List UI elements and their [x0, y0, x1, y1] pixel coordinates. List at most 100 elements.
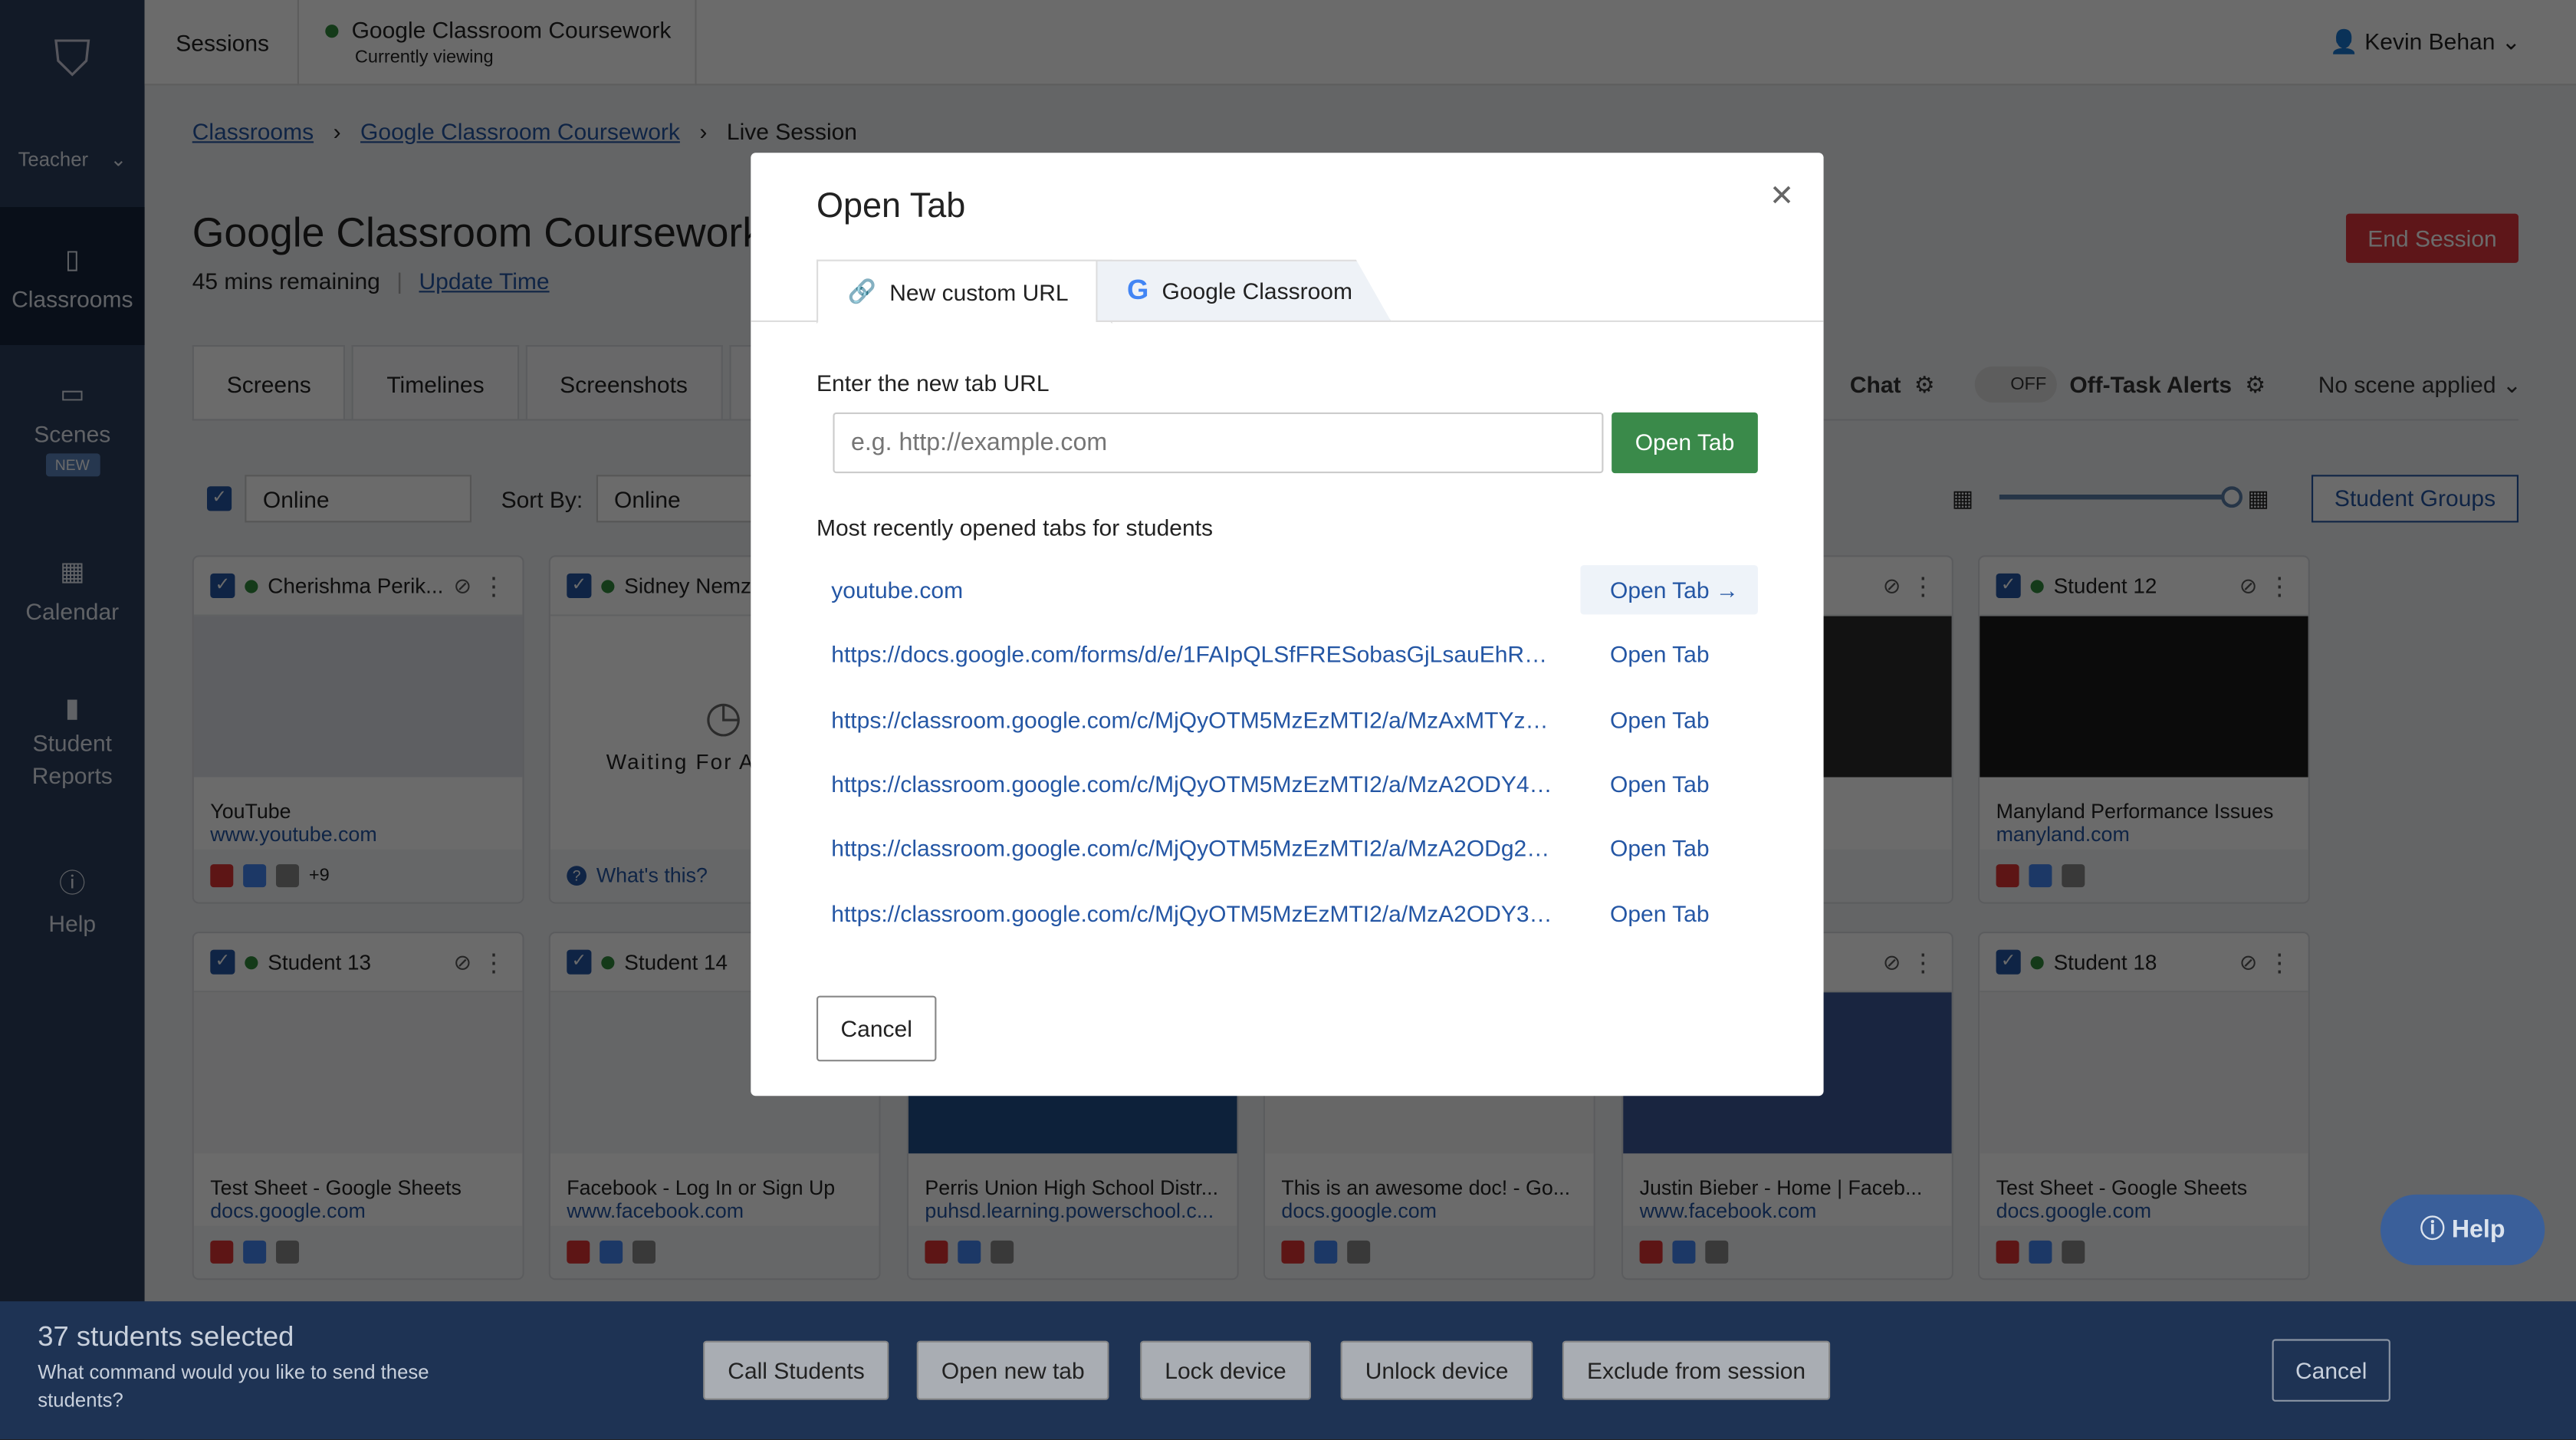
- tab-screenshots[interactable]: Screenshots: [525, 345, 722, 421]
- card-footer: [1623, 1225, 1952, 1279]
- logo-shield-icon: ⛉: [54, 32, 91, 87]
- kebab-menu-icon[interactable]: ⋮: [1911, 571, 1935, 600]
- chat-off-icon[interactable]: ⊘: [1883, 949, 1901, 975]
- url-label: Enter the new tab URL: [816, 370, 1050, 396]
- student-card[interactable]: ✓ Cherishma Perik... ⊘ ⋮ YouTube www.youtube.…: [192, 555, 524, 904]
- student-card[interactable]: ✓ Student 18 ⊘ ⋮ Test Sheet - Google Sheets d…: [1978, 932, 2310, 1281]
- user-name: Kevin Behan: [2364, 28, 2496, 54]
- student-checkbox[interactable]: ✓: [210, 573, 235, 598]
- chat-off-icon[interactable]: ⊘: [2239, 949, 2257, 975]
- bulk-cancel-button[interactable]: Cancel: [2272, 1339, 2390, 1402]
- kebab-menu-icon[interactable]: ⋮: [481, 571, 506, 600]
- breadcrumb-course[interactable]: Google Classroom Coursework: [360, 118, 680, 144]
- grid-large-icon[interactable]: ▦: [2247, 485, 2269, 512]
- url-input[interactable]: [833, 412, 1604, 474]
- status-value: Online: [262, 486, 330, 513]
- open-tab-link[interactable]: Open Tab: [1580, 888, 1757, 937]
- sort-select[interactable]: Online: [596, 475, 761, 523]
- recent-tab-url[interactable]: https://docs.google.com/forms/d/e/1FAIpQ…: [831, 641, 1580, 667]
- recent-tab-url[interactable]: https://classroom.google.com/c/MjQyOTM5M…: [831, 899, 1580, 925]
- user-menu[interactable]: 👤 Kevin Behan ⌄: [2330, 28, 2521, 55]
- student-name: Student 18: [2053, 949, 2157, 975]
- kebab-menu-icon[interactable]: ⋮: [481, 947, 506, 977]
- favicon-icon: [243, 864, 267, 888]
- student-checkbox[interactable]: ✓: [1996, 949, 2021, 975]
- kebab-menu-icon[interactable]: ⋮: [1911, 947, 1935, 977]
- end-session-button[interactable]: End Session: [2346, 213, 2518, 263]
- chat-off-icon[interactable]: ⊘: [454, 573, 472, 599]
- close-icon[interactable]: ✕: [1769, 179, 1794, 214]
- tab-timelines[interactable]: Timelines: [352, 345, 519, 421]
- exclude-button[interactable]: Exclude from session: [1562, 1340, 1831, 1400]
- chat-off-icon[interactable]: ⊘: [2239, 573, 2257, 599]
- sidebar-item-calendar[interactable]: ▦ Calendar: [0, 555, 145, 625]
- open-tab-link[interactable]: Open Tab: [1580, 759, 1757, 808]
- select-all-checkbox[interactable]: ✓: [207, 486, 232, 511]
- tab-title: Justin Bieber - Home | Faceb...: [1639, 1176, 1923, 1200]
- favicon-icon: [1639, 1240, 1663, 1264]
- recent-tab-url[interactable]: https://classroom.google.com/c/MjQyOTM5M…: [831, 835, 1580, 861]
- screen-thumbnail[interactable]: [193, 992, 523, 1154]
- screen-thumbnail[interactable]: [193, 616, 523, 778]
- favicon-icon: [600, 1240, 623, 1264]
- update-time-link[interactable]: Update Time: [419, 268, 549, 294]
- tab-title: Test Sheet - Google Sheets: [1996, 1176, 2248, 1200]
- card-header: ✓ Student 13 ⊘ ⋮: [193, 933, 523, 993]
- screen-thumbnail[interactable]: [1980, 616, 2308, 778]
- recent-tab-url[interactable]: youtube.com: [831, 577, 1580, 603]
- chat-off-icon[interactable]: ⊘: [1883, 573, 1901, 599]
- open-tab-link[interactable]: Open Tab: [1580, 824, 1757, 873]
- student-checkbox[interactable]: ✓: [567, 573, 592, 598]
- tab-screens[interactable]: Screens: [192, 345, 346, 421]
- open-new-tab-button[interactable]: Open new tab: [916, 1340, 1109, 1400]
- tab-url: www.facebook.com: [567, 1199, 744, 1223]
- breadcrumb-classrooms[interactable]: Classrooms: [192, 118, 314, 144]
- page-title: Google Classroom Coursework: [192, 210, 764, 257]
- gear-icon[interactable]: ⚙: [2245, 370, 2266, 398]
- status-select[interactable]: Online: [245, 475, 472, 523]
- gear-icon[interactable]: ⚙: [1914, 370, 1935, 398]
- student-checkbox[interactable]: ✓: [1996, 573, 2021, 598]
- slider-handle[interactable]: [2221, 486, 2242, 508]
- open-tab-link[interactable]: Open Tab →: [1580, 565, 1758, 615]
- grid-size-slider[interactable]: [1999, 486, 2242, 508]
- scene-dropdown[interactable]: No scene applied ⌄: [2318, 370, 2522, 398]
- help-button[interactable]: ⓘ Help: [2380, 1194, 2545, 1265]
- unlock-device-button[interactable]: Unlock device: [1340, 1340, 1533, 1400]
- favicon-icon: [567, 1240, 590, 1264]
- kebab-menu-icon[interactable]: ⋮: [2267, 571, 2292, 600]
- kebab-menu-icon[interactable]: ⋮: [2267, 947, 2292, 977]
- recent-tab-url[interactable]: https://classroom.google.com/c/MjQyOTM5M…: [831, 771, 1580, 797]
- current-session[interactable]: Google Classroom Coursework Currently vi…: [299, 0, 697, 86]
- lock-device-button[interactable]: Lock device: [1140, 1340, 1311, 1400]
- open-tab-button[interactable]: Open Tab: [1612, 412, 1758, 474]
- off-task-toggle[interactable]: OFF: [1974, 366, 2057, 403]
- sidebar-item-label: Scenes: [34, 420, 111, 447]
- screen-thumbnail[interactable]: [1980, 992, 2308, 1154]
- cancel-button[interactable]: Cancel: [816, 995, 937, 1062]
- student-card[interactable]: ✓ Student 13 ⊘ ⋮ Test Sheet - Google Sheets d…: [192, 932, 524, 1281]
- open-tab-link[interactable]: Open Tab: [1580, 695, 1757, 744]
- role-selector[interactable]: Teacher ⌄: [0, 148, 145, 171]
- open-tab-link[interactable]: Open Tab: [1580, 630, 1757, 679]
- sidebar-item-classrooms[interactable]: ▯ Classrooms: [0, 207, 145, 345]
- sidebar-item-scenes[interactable]: ▭ Scenes NEW: [0, 378, 145, 477]
- top-bar: Sessions Google Classroom Coursework Cur…: [144, 0, 2576, 86]
- student-card[interactable]: ✓ Student 12 ⊘ ⋮ Manyland Performance Issues…: [1978, 555, 2310, 904]
- recent-tab-url[interactable]: https://classroom.google.com/c/MjQyOTM5M…: [831, 706, 1580, 732]
- scene-value: No scene applied: [2318, 370, 2496, 397]
- sessions-link[interactable]: Sessions: [145, 0, 299, 86]
- chat-off-icon[interactable]: ⊘: [454, 949, 472, 975]
- tab-google-classroom[interactable]: G Google Classroom: [1096, 259, 1392, 322]
- whats-this-link[interactable]: What's this?: [596, 864, 708, 887]
- sidebar-item-student-reports[interactable]: ▮ Student Reports: [0, 693, 145, 792]
- selected-count: 37 students selected: [38, 1320, 294, 1353]
- student-groups-button[interactable]: Student Groups: [2312, 475, 2518, 523]
- favicon-icon: [991, 1240, 1014, 1264]
- grid-small-icon[interactable]: ▦: [1952, 485, 1973, 512]
- student-checkbox[interactable]: ✓: [210, 949, 235, 975]
- call-students-button[interactable]: Call Students: [703, 1340, 889, 1400]
- student-checkbox[interactable]: ✓: [567, 949, 592, 975]
- sidebar-item-help[interactable]: ⓘ Help: [0, 861, 145, 937]
- tab-new-custom-url[interactable]: 🔗 New custom URL: [816, 259, 1112, 324]
